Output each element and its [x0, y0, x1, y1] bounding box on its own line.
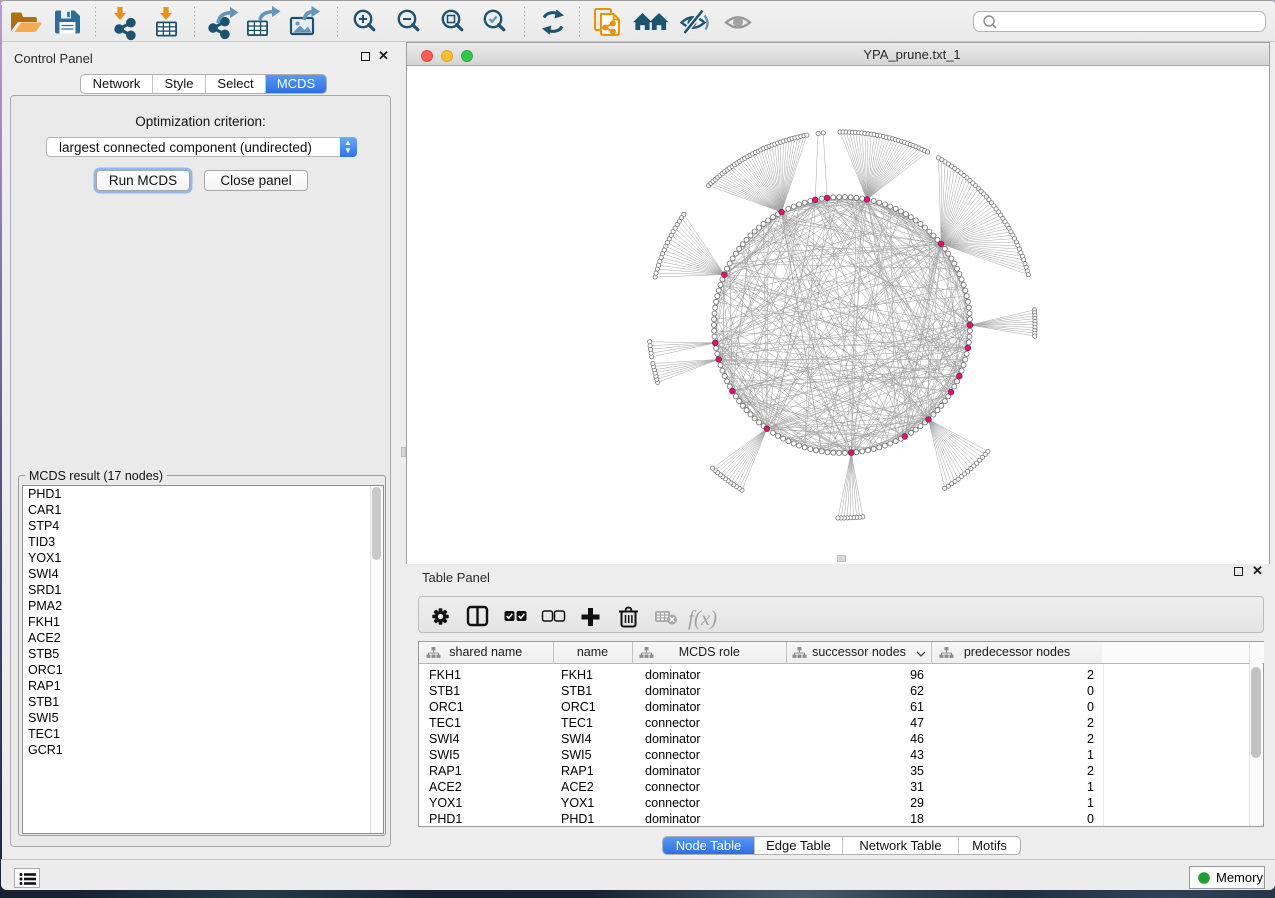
svg-text:f(x): f(x) — [688, 606, 717, 630]
